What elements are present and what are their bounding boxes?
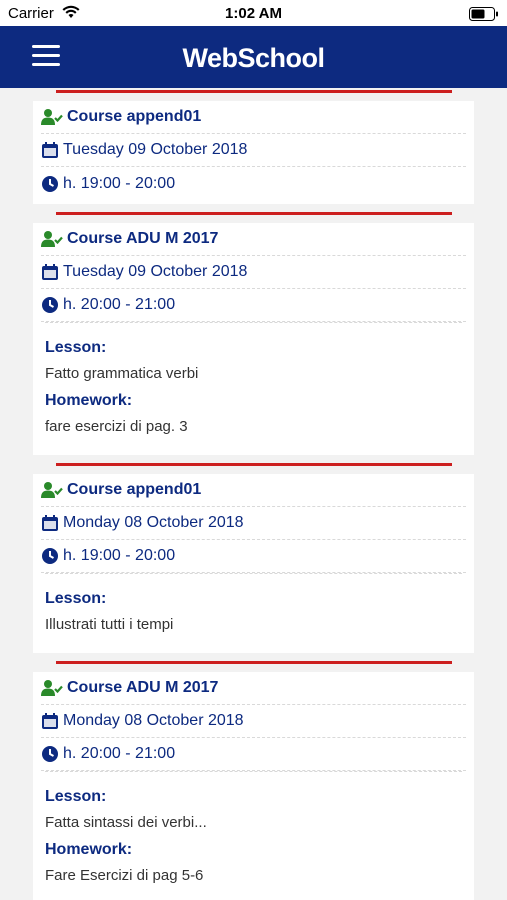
date-row: Tuesday 09 October 2018 [41, 134, 466, 167]
course-name: Course ADU M 2017 [67, 230, 219, 247]
lesson-text: Fatto grammatica verbi [45, 365, 199, 382]
lesson-date: Tuesday 09 October 2018 [63, 263, 248, 280]
course-name: Course append01 [67, 481, 202, 498]
course-name: Course append01 [67, 108, 202, 125]
status-bar: Carrier 1:02 AM [0, 0, 507, 26]
lesson-list[interactable]: Course append01 Tuesday 09 October 2018 h.… [0, 88, 507, 900]
course-row: Course ADU M 2017 [41, 223, 466, 256]
date-row: Monday 08 October 2018 [41, 705, 466, 738]
course-row: Course ADU M 2017 [41, 672, 466, 705]
user-check-icon [41, 680, 63, 696]
homework-text: fare esercizi di pag. 3 [45, 418, 188, 435]
calendar-icon [42, 264, 58, 280]
homework-label: Homework: [45, 841, 133, 858]
app-title: WebSchool [182, 43, 325, 73]
lesson-date: Tuesday 09 October 2018 [63, 141, 248, 158]
clock-icon [42, 175, 58, 192]
time-row: h. 20:00 - 21:00 [41, 738, 466, 771]
red-divider [55, 463, 452, 466]
lesson-date: Monday 08 October 2018 [63, 514, 244, 531]
lesson-date: Monday 08 October 2018 [63, 712, 244, 729]
calendar-icon [42, 713, 58, 729]
course-name: Course ADU M 2017 [67, 679, 219, 696]
lesson-label: Lesson: [45, 590, 107, 607]
date-row: Monday 08 October 2018 [41, 507, 466, 540]
lesson-card[interactable]: Course append01 Monday 08 October 2018 h. … [33, 474, 474, 653]
homework-label: Homework: [45, 392, 133, 409]
clock-time: 1:02 AM [225, 5, 282, 22]
date-row: Tuesday 09 October 2018 [41, 256, 466, 289]
calendar-icon [42, 515, 58, 531]
user-check-icon [41, 231, 63, 247]
user-check-icon [41, 482, 63, 498]
battery-icon [469, 7, 498, 21]
lesson-label: Lesson: [45, 788, 107, 805]
time-row: h. 19:00 - 20:00 [41, 167, 466, 200]
red-divider [55, 661, 452, 664]
clock-icon [42, 746, 58, 762]
lesson-notes: Lesson: Fatta sintassi dei verbi... Homewo… [45, 771, 462, 900]
course-row: Course append01 [41, 474, 466, 507]
clock-icon [42, 297, 58, 313]
calendar-icon [42, 142, 58, 158]
lesson-time: h. 19:00 - 20:00 [63, 174, 176, 192]
lesson-card[interactable]: Course append01 Tuesday 09 October 2018 h.… [33, 101, 474, 204]
lesson-label: Lesson: [45, 339, 107, 356]
lesson-time: h. 19:00 - 20:00 [63, 547, 176, 564]
lesson-time: h. 20:00 - 21:00 [63, 745, 176, 762]
lesson-time: h. 20:00 - 21:00 [63, 296, 176, 313]
lesson-notes: Lesson: Illustrati tutti i tempi [45, 573, 462, 649]
red-divider [55, 90, 452, 93]
homework-text: Fare Esercizi di pag 5-6 [45, 867, 204, 884]
lesson-notes: Lesson: Fatto grammatica verbi Homework: fa… [45, 322, 462, 451]
app-header: WebSchool [0, 26, 507, 88]
course-row: Course append01 [41, 101, 466, 134]
user-check-icon [41, 109, 63, 125]
lesson-card[interactable]: Course ADU M 2017 Tuesday 09 October 2018… [33, 223, 474, 455]
lesson-text: Fatta sintassi dei verbi... [45, 814, 207, 831]
clock-icon [42, 548, 58, 564]
lesson-text: Illustrati tutti i tempi [45, 616, 174, 633]
time-row: h. 20:00 - 21:00 [41, 289, 466, 322]
red-divider [55, 212, 452, 215]
lesson-card[interactable]: Course ADU M 2017 Monday 08 October 2018 h… [33, 672, 474, 900]
time-row: h. 19:00 - 20:00 [41, 540, 466, 573]
